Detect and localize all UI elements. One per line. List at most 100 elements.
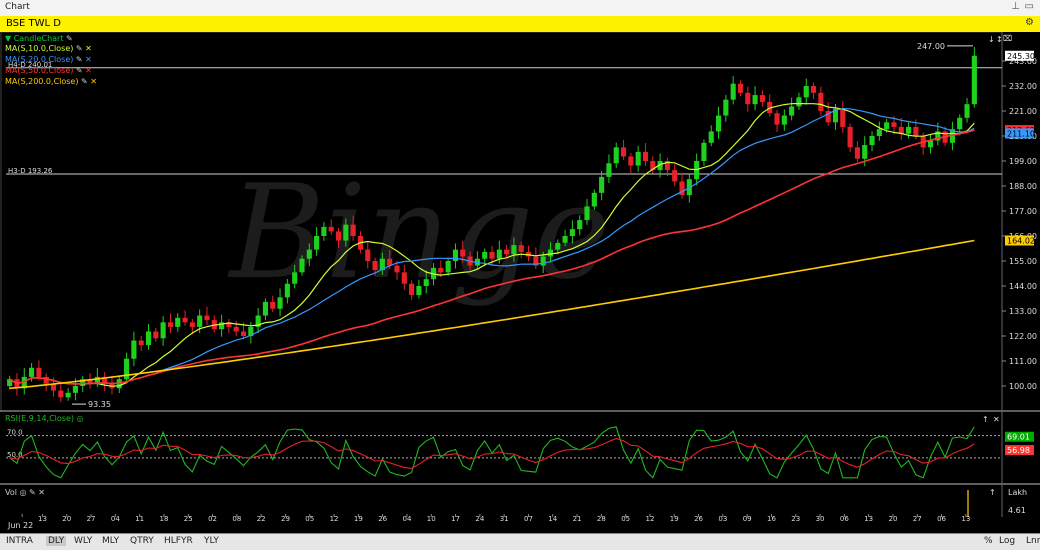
timeframe-hlfyr[interactable]: HLFYR	[164, 536, 193, 546]
candle-body	[971, 55, 977, 105]
candle-body	[292, 272, 298, 284]
x-tick-label: 27	[913, 515, 922, 523]
y-tick-label: 221.00	[1009, 107, 1037, 116]
window-titlebar: Chart ⊥ ▭	[0, 0, 1040, 17]
price-tag-label: 211.10	[1007, 130, 1035, 139]
candle-body	[496, 249, 502, 259]
edit-icon[interactable]: ✎	[73, 44, 83, 53]
candle-body	[642, 151, 649, 161]
candle-body	[416, 286, 422, 296]
volume-legend[interactable]: Vol ◎ ✎ ✕	[5, 488, 45, 497]
indicator-legend-2[interactable]: MA(S,20.0,Close) ✎ ✕	[5, 55, 92, 64]
candle-body	[189, 322, 195, 327]
timeframe-bar: INTRA DLY WLY MLY QTRY HLFYR YLY% Log Lnr	[0, 533, 1040, 550]
candle-body	[628, 156, 634, 166]
x-tick-label: 11	[135, 515, 144, 523]
candle-body	[145, 331, 152, 346]
rsi-tag-label: 69.01	[1007, 433, 1030, 442]
symbol-settings-icon[interactable]: ⚙	[1025, 17, 1034, 28]
x-tick-label: 06	[937, 515, 946, 523]
indicator-label: MA(S,50.0,Close)	[5, 66, 74, 75]
x-tick-label: 12	[330, 515, 339, 523]
close-icon[interactable]: ▭	[1025, 1, 1034, 12]
candle-body	[569, 229, 575, 236]
candle-body	[701, 142, 707, 161]
candle-body	[270, 301, 276, 309]
candle-body	[36, 367, 42, 377]
scale-lnr[interactable]: Lnr	[1026, 536, 1040, 546]
x-tick-label: 05	[305, 515, 314, 523]
edit-icon[interactable]: ✎	[78, 77, 88, 86]
remove-icon[interactable]: ✕	[83, 55, 92, 64]
remove-icon[interactable]: ✕	[88, 77, 97, 86]
window-title: Chart	[5, 2, 30, 12]
candle-body	[452, 249, 459, 261]
candle-body	[913, 126, 919, 136]
indicator-label: ▼ CandleChart	[5, 34, 64, 43]
y-tick-label: 122.00	[1009, 332, 1037, 341]
candle-body	[160, 322, 166, 339]
candle-body	[423, 279, 429, 286]
symbol-label: BSE TWL D	[6, 18, 61, 29]
x-tick-label: 20	[62, 515, 71, 523]
x-tick-label: 14	[548, 515, 557, 523]
remove-icon[interactable]: ✕	[83, 66, 92, 75]
candle-body	[482, 251, 488, 259]
rsi-tag-label: 56.98	[1007, 446, 1030, 455]
x-tick-label: Jun 22	[7, 521, 33, 530]
scale-log[interactable]: Log	[999, 536, 1015, 546]
candle-body	[584, 206, 590, 221]
edit-icon[interactable]: ✎	[73, 55, 83, 64]
pin-icon[interactable]: ⊥	[1011, 1, 1020, 12]
timeframe-wly[interactable]: WLY	[74, 536, 92, 546]
candle-body	[613, 147, 619, 164]
x-tick-label: 17	[451, 515, 460, 523]
indicator-legend-1[interactable]: MA(S,10.0,Close) ✎ ✕	[5, 44, 92, 53]
candle-body	[182, 317, 188, 323]
indicator-legend-0[interactable]: ▼ CandleChart ✎	[5, 34, 73, 43]
y-tick-label: 155.00	[1009, 257, 1037, 266]
candle-body	[153, 331, 159, 339]
low-annotation: 93.35	[88, 400, 111, 409]
panel-close-icon: ✕	[993, 415, 1000, 424]
candle-body	[869, 136, 875, 146]
candle-body	[262, 301, 269, 316]
x-tick-label: 31	[500, 515, 509, 523]
timeframe-qtry[interactable]: QTRY	[130, 536, 154, 546]
x-tick-label: 30	[816, 515, 825, 523]
indicator-legend-3[interactable]: MA(S,50.0,Close) ✎ ✕	[5, 66, 92, 75]
x-tick-label: 03	[718, 515, 727, 523]
y-tick-label: 199.00	[1009, 157, 1037, 166]
candle-body	[818, 92, 824, 111]
remove-icon[interactable]: ✕	[83, 44, 92, 53]
timeframe-dly[interactable]: DLY	[46, 536, 67, 546]
candle-body	[504, 249, 510, 255]
candle-body	[577, 220, 583, 230]
x-tick-label: 12	[645, 515, 654, 523]
candle-body	[811, 86, 817, 93]
edit-icon[interactable]: ✎	[63, 34, 73, 43]
edit-icon[interactable]: ✎	[73, 66, 83, 75]
indicator-legend-4[interactable]: MA(S,200.0,Close) ✎ ✕	[5, 77, 97, 86]
candle-body	[365, 249, 371, 261]
candle-body	[299, 258, 305, 273]
candle-body	[438, 267, 444, 273]
chart-canvas[interactable]: Binge100.00111.00122.00133.00144.00155.0…	[0, 32, 1040, 533]
rsi-legend[interactable]: RSI(E,9,14,Close) ◎	[5, 414, 84, 423]
timeframe-mly[interactable]: MLY	[102, 536, 119, 546]
candle-body	[175, 317, 181, 327]
scale-percent[interactable]: %	[984, 536, 993, 546]
x-tick-label: 05	[621, 515, 630, 523]
timeframe-intra[interactable]: INTRA	[6, 536, 33, 546]
candle-body	[394, 265, 400, 273]
y-tick-label: 111.00	[1009, 357, 1037, 366]
timeframe-yly[interactable]: YLY	[204, 536, 219, 546]
candle-body	[957, 117, 963, 130]
x-tick-label: 21	[573, 515, 582, 523]
x-tick-label: 04	[111, 515, 120, 523]
panel-close-icon: ⌧	[1003, 34, 1012, 43]
candle-body	[591, 192, 597, 207]
symbol-bar: BSE TWL D ⚙	[0, 16, 1040, 32]
candle-body	[445, 261, 451, 273]
x-tick-label: 16	[767, 515, 776, 523]
